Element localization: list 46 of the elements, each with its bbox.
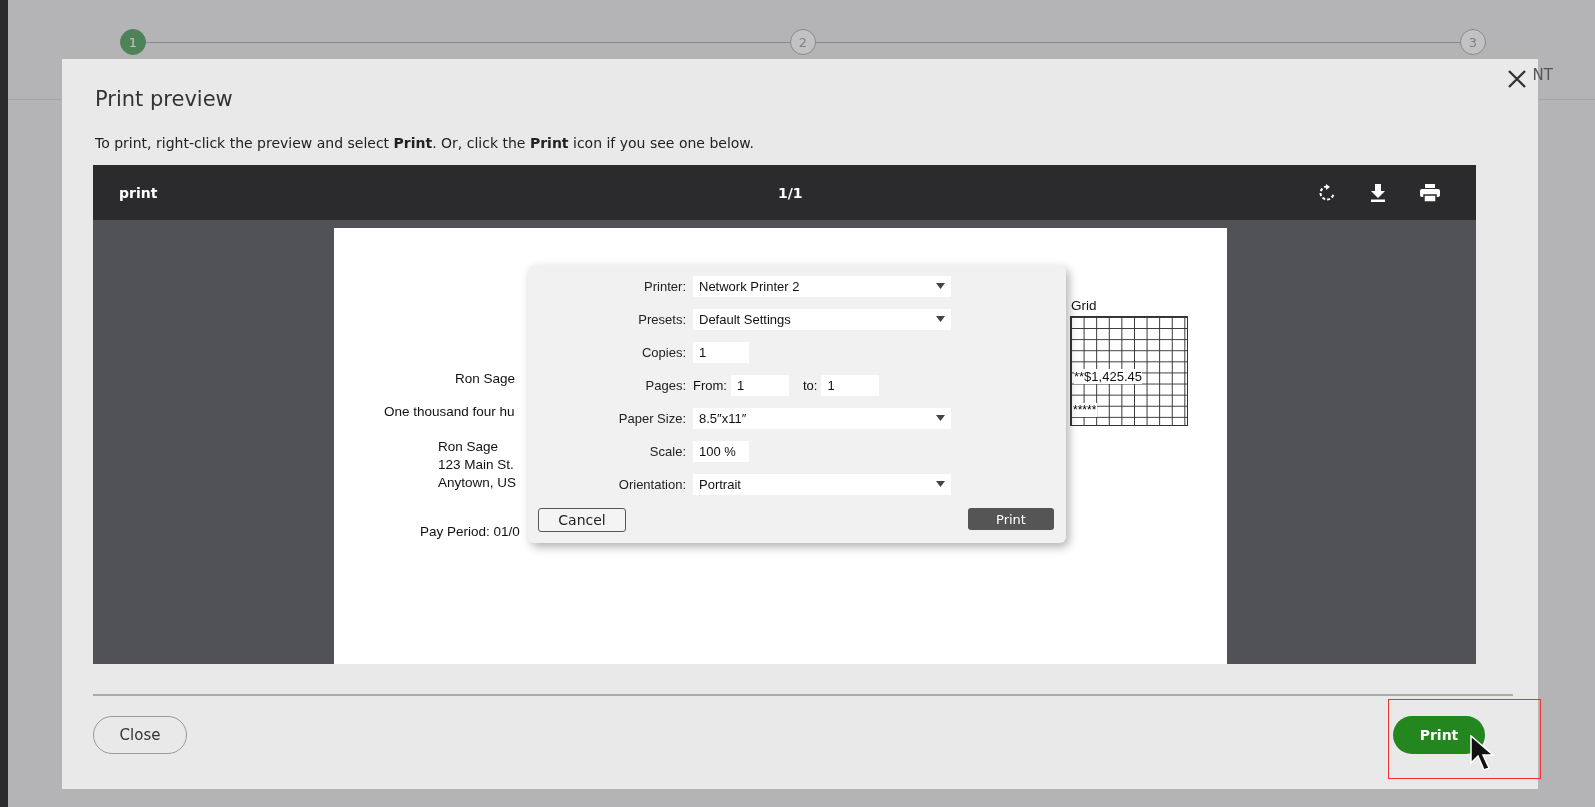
rotate-icon[interactable] bbox=[1318, 183, 1336, 202]
step-label: NT bbox=[1532, 66, 1553, 84]
field-label: to: bbox=[802, 377, 818, 393]
payee-name: Ron Sage bbox=[455, 371, 516, 386]
step-circle: 2 bbox=[790, 29, 816, 55]
caret-icon bbox=[936, 316, 945, 322]
input-field[interactable]: 1 bbox=[730, 374, 789, 396]
close-button[interactable]: Close bbox=[93, 716, 187, 754]
address-line: 123 Main St. bbox=[438, 456, 515, 474]
asterisk-fill: ***** bbox=[1072, 403, 1098, 417]
dropdown[interactable]: Network Printer 2 bbox=[693, 275, 951, 297]
field-label: Pages: bbox=[644, 377, 686, 393]
page-indicator: 1/1 bbox=[778, 184, 803, 201]
field-label: Paper Size: bbox=[617, 410, 686, 426]
pay-period: Pay Period: 01/0 bbox=[420, 524, 520, 539]
input-field[interactable]: 1 bbox=[821, 374, 880, 396]
print-icon[interactable] bbox=[1420, 183, 1440, 202]
field-label: Orientation: bbox=[617, 476, 686, 492]
field-label: Printer: bbox=[643, 278, 686, 294]
step-circle: 3 bbox=[1460, 29, 1486, 55]
input-field[interactable]: 100 % bbox=[693, 440, 749, 462]
grid-title: Grid bbox=[1071, 298, 1097, 313]
dropdown[interactable]: Portrait bbox=[693, 473, 951, 495]
step-circle: 1 bbox=[120, 29, 146, 55]
input-field[interactable]: 1 bbox=[693, 341, 749, 363]
dropdown[interactable]: Default Settings bbox=[693, 308, 951, 330]
caret-icon bbox=[936, 415, 945, 421]
amount-in-words: One thousand four hu bbox=[384, 404, 515, 419]
cancel-button[interactable]: Cancel bbox=[538, 508, 626, 532]
print-button[interactable]: Print bbox=[968, 508, 1054, 530]
caret-icon bbox=[936, 283, 945, 289]
field-label: From: bbox=[693, 377, 727, 393]
field-label: Scale: bbox=[648, 443, 686, 459]
close-icon[interactable] bbox=[1507, 69, 1527, 89]
field-label: Copies: bbox=[640, 344, 686, 360]
instructions-text: To print, right-click the preview and select Print. Or, click the Print icon if you see one below. bbox=[95, 135, 755, 151]
print-button[interactable]: Print bbox=[1393, 716, 1485, 754]
address-line: Anytown, US bbox=[438, 474, 517, 492]
dropdown[interactable]: 8.5″x11″ bbox=[693, 407, 951, 429]
dialog-title: Print preview bbox=[95, 87, 234, 111]
check-amount: **$1,425.45 bbox=[1074, 369, 1142, 384]
document-title: print bbox=[119, 184, 158, 201]
address-line: Ron Sage bbox=[438, 438, 500, 456]
field-label: Presets: bbox=[637, 311, 686, 327]
download-icon[interactable] bbox=[1370, 183, 1386, 202]
caret-icon bbox=[936, 481, 945, 487]
